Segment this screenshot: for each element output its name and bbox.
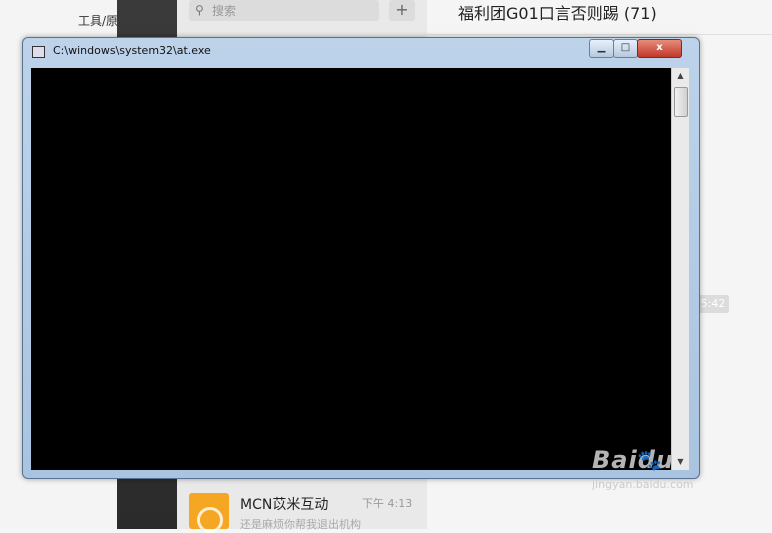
avatar[interactable] — [189, 493, 229, 533]
avatar-logo-icon — [197, 507, 223, 533]
scroll-up-button[interactable]: ▲ — [672, 68, 689, 84]
search-placeholder: 搜索 — [212, 4, 237, 18]
chat-item-name: MCN苡米互动 — [240, 497, 329, 513]
minimize-button[interactable]: ▁ — [589, 39, 614, 58]
vertical-scrollbar[interactable]: ▲ ▼ — [671, 68, 689, 470]
watermark-url: jingyan.baidu.com — [592, 478, 694, 491]
console-icon — [32, 46, 45, 58]
window-title: C:\windows\system32\at.exe — [53, 44, 211, 57]
close-button[interactable]: x — [637, 39, 682, 58]
console-output[interactable] — [31, 68, 671, 470]
search-icon: ⚲ — [195, 3, 204, 17]
chat-divider — [427, 34, 772, 35]
search-input[interactable]: ⚲ 搜索 — [189, 0, 379, 21]
paw-icon: 🐾 — [637, 448, 662, 472]
add-button[interactable]: + — [389, 0, 415, 21]
chat-item-time: 下午 4:13 — [362, 497, 413, 510]
message-time-badge: 5:42 — [697, 295, 729, 313]
chat-item-preview: 还是麻烦你帮我退出机构 — [240, 518, 361, 531]
console-window[interactable]: C:\windows\system32\at.exe ▁ □ x ▲ ▼ — [22, 37, 700, 479]
watermark: Baidu 🐾 jingyan.baidu.com — [592, 446, 742, 494]
chat-title: 福利团G01口言否则踢 (71) — [458, 4, 657, 23]
scrollbar-thumb[interactable] — [674, 87, 688, 117]
left-sidebar-label[interactable]: 工具/原 — [78, 12, 118, 29]
maximize-button[interactable]: □ — [613, 39, 638, 58]
